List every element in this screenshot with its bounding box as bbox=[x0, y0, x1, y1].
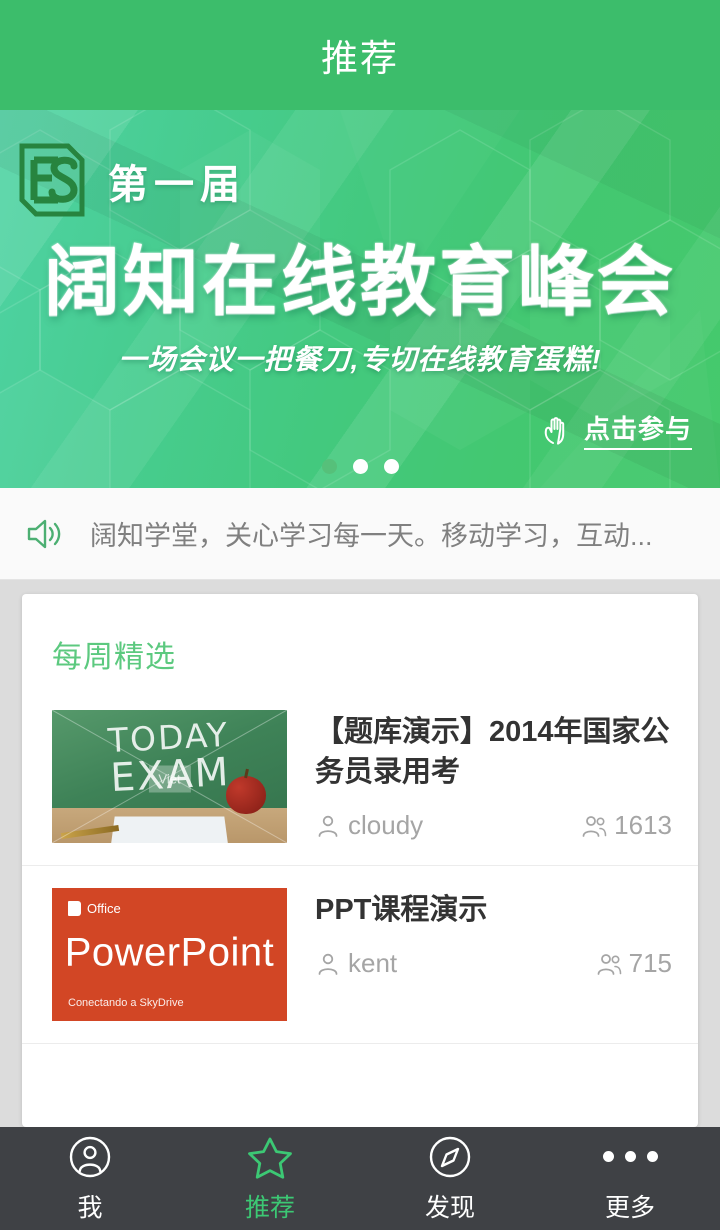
more-dot-3 bbox=[646, 1151, 658, 1162]
carousel-dot-3[interactable] bbox=[383, 459, 399, 474]
tab-more-label: 更多 bbox=[604, 1193, 655, 1222]
promo-banner[interactable]: 第一届 阔知在线教育峰会 一场会议一把餐刀,专切在线教育蛋糕! 点击参与 bbox=[0, 110, 720, 488]
people-icon bbox=[582, 815, 607, 837]
tab-more[interactable]: 更多 bbox=[540, 1127, 720, 1230]
compass-icon bbox=[429, 1136, 471, 1177]
person-circle-icon bbox=[69, 1136, 111, 1177]
course-title: 【题库演示】2014年国家公务员录用考 bbox=[315, 716, 670, 789]
tab-me[interactable]: 我 bbox=[0, 1127, 180, 1230]
course-views-count: 1613 bbox=[614, 810, 672, 841]
course-views: 1613 bbox=[581, 810, 672, 841]
banner-subtitle: 一场会议一把餐刀,专切在线教育蛋糕! bbox=[118, 344, 602, 375]
office-brand: Office bbox=[68, 901, 121, 916]
star-icon bbox=[248, 1137, 292, 1179]
app-header: 推荐 bbox=[0, 0, 720, 110]
speaker-icon bbox=[27, 519, 61, 548]
tab-discover-label: 发现 bbox=[424, 1193, 475, 1222]
course-views: 715 bbox=[596, 948, 672, 979]
course-title: PPT课程演示 bbox=[315, 894, 488, 926]
carousel-dot-1[interactable] bbox=[321, 459, 337, 474]
app-root: 推荐 第一届 阔知在线教育峰会 一场会议一把餐刀,专切在线教育蛋糕! 点击参与 … bbox=[0, 0, 720, 1230]
powerpoint-status-text: Conectando a SkyDrive bbox=[68, 997, 184, 1009]
office-logo-icon bbox=[68, 901, 81, 916]
course-views-count: 715 bbox=[628, 948, 672, 979]
tab-discover[interactable]: 发现 bbox=[360, 1127, 540, 1230]
course-author-name: kent bbox=[348, 948, 398, 979]
list-item[interactable]: TODAY EXAM Viet 【题库演示】2014年国家公务员录用考 clou… bbox=[22, 688, 698, 866]
powerpoint-app-name: PowerPoint bbox=[64, 930, 275, 975]
list-item[interactable]: Office PowerPoint Conectando a SkyDrive … bbox=[22, 866, 698, 1044]
content-area: 每周精选 TODAY EXAM Viet 【题库演示】2014年国家公务员录用考… bbox=[0, 580, 720, 1127]
banner-cta[interactable]: 点击参与 bbox=[540, 409, 692, 450]
more-dot-2 bbox=[624, 1151, 636, 1162]
banner-kicker: 第一届 bbox=[108, 163, 246, 207]
course-thumbnail-chalkboard: TODAY EXAM Viet bbox=[52, 710, 287, 843]
course-meta: cloudy 1613 bbox=[315, 810, 672, 841]
tab-recommend[interactable]: 推荐 bbox=[180, 1127, 360, 1230]
tab-recommend-label: 推荐 bbox=[244, 1193, 295, 1222]
pointing-hand-icon bbox=[544, 416, 565, 445]
course-thumbnail-powerpoint: Office PowerPoint Conectando a SkyDrive bbox=[52, 888, 287, 1021]
banner-cta-label: 点击参与 bbox=[583, 409, 692, 450]
tab-me-label: 我 bbox=[77, 1193, 103, 1222]
list-item-body: PPT课程演示 kent 715 bbox=[315, 888, 672, 1021]
course-meta: kent 715 bbox=[315, 948, 672, 979]
more-dots-icon bbox=[602, 1134, 658, 1180]
weekly-picks-list: TODAY EXAM Viet 【题库演示】2014年国家公务员录用考 clou… bbox=[22, 688, 698, 1044]
carousel-dot-2[interactable] bbox=[352, 459, 368, 474]
people-icon bbox=[597, 953, 621, 975]
office-brand-label: Office bbox=[87, 901, 121, 916]
weekly-picks-card: 每周精选 TODAY EXAM Viet 【题库演示】2014年国家公务员录用考… bbox=[22, 594, 698, 1127]
announcement-bar[interactable]: 阔知学堂，关心学习每一天。移动学习，互动... bbox=[0, 488, 720, 580]
carousel-dots bbox=[0, 459, 720, 474]
bottom-tab-bar: 我 推荐 发现 更多 bbox=[0, 1127, 720, 1230]
thumbnail-watermark: Viet bbox=[148, 765, 191, 793]
announcement-text: 阔知学堂，关心学习每一天。移动学习，互动... bbox=[90, 521, 653, 551]
banner-title: 阔知在线教育峰会 bbox=[44, 240, 676, 325]
course-author-name: cloudy bbox=[348, 810, 424, 841]
person-icon bbox=[318, 815, 338, 837]
list-item-body: 【题库演示】2014年国家公务员录用考 cloudy 1613 bbox=[315, 710, 672, 843]
section-title-weekly: 每周精选 bbox=[52, 641, 176, 674]
es-logo-icon bbox=[19, 143, 85, 217]
page-title: 推荐 bbox=[321, 38, 399, 79]
course-author: kent bbox=[315, 948, 397, 979]
course-author: cloudy bbox=[315, 810, 423, 841]
more-dot-1 bbox=[602, 1151, 614, 1162]
person-icon bbox=[318, 953, 338, 975]
